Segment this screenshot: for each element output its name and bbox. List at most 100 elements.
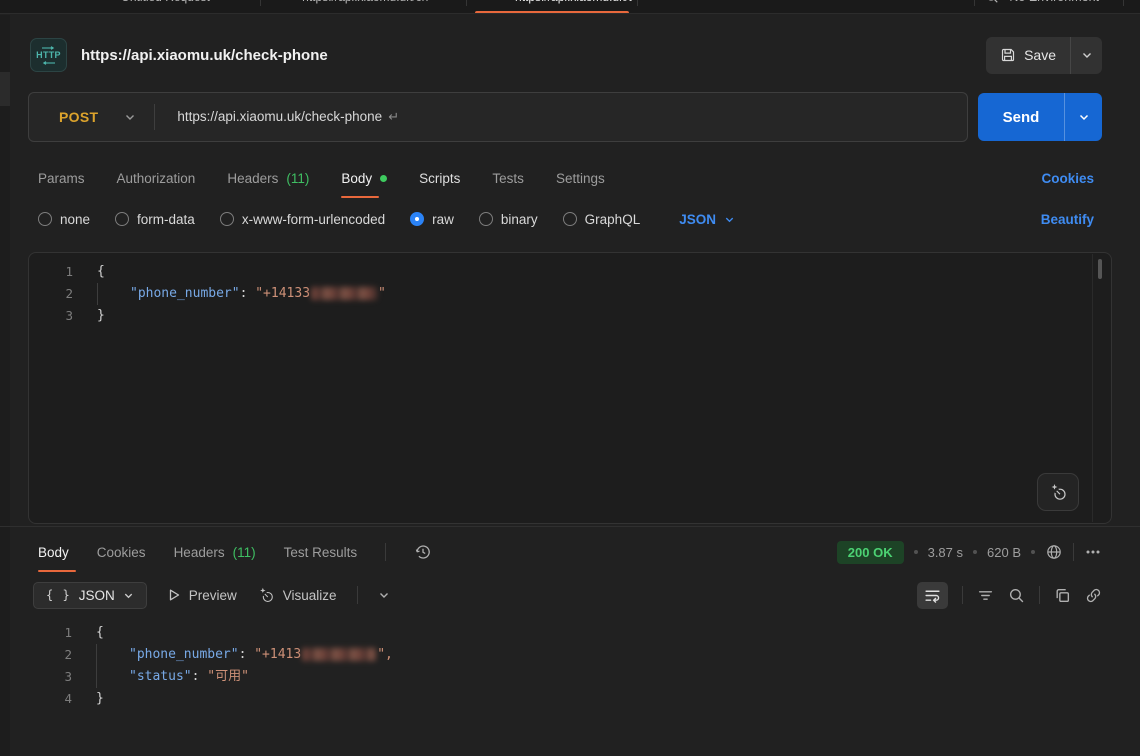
line-number: 1 — [29, 261, 73, 283]
save-label: Save — [1024, 47, 1056, 63]
network-info-button[interactable] — [1045, 543, 1063, 561]
chevron-down-icon — [724, 214, 735, 225]
request-tab-1[interactable]: GET Untitled Request — [80, 0, 260, 14]
sidebar-edge — [0, 15, 10, 756]
beautify-link[interactable]: Beautify — [1041, 212, 1094, 227]
code-string: "+1413 — [254, 647, 301, 662]
preview-label: Preview — [189, 588, 237, 603]
radio-graphql[interactable]: GraphQL — [563, 212, 641, 227]
chevron-down-icon[interactable] — [378, 589, 390, 601]
preview-button[interactable]: Preview — [167, 588, 237, 603]
tab-scripts[interactable]: Scripts — [419, 158, 460, 198]
line-number: 2 — [28, 644, 72, 666]
format-label: JSON — [79, 588, 115, 603]
send-button[interactable]: Send — [978, 109, 1064, 126]
response-format-dropdown[interactable]: { } JSON — [33, 582, 147, 609]
response-time[interactable]: 3.87 s — [928, 545, 963, 560]
divider — [974, 0, 975, 6]
scrollbar-thumb[interactable] — [1098, 259, 1102, 279]
response-header: Body Cookies Headers (11) Test Results 20… — [38, 534, 1102, 570]
code-line: 1 { — [29, 261, 1111, 283]
response-history-button[interactable] — [414, 543, 432, 561]
url-bar: POST https://api.xiaomu.uk/check-phone↵ … — [28, 92, 1102, 142]
divider — [0, 526, 1140, 527]
tab-headers[interactable]: Headers(11) — [227, 158, 309, 198]
code-string: ", — [377, 647, 393, 662]
radio-raw[interactable]: raw — [410, 212, 454, 227]
wrap-lines-button[interactable] — [917, 582, 948, 609]
code-token: : — [240, 286, 256, 301]
code-string: "可用" — [207, 669, 249, 684]
divider — [1123, 0, 1124, 6]
line-number: 3 — [29, 305, 73, 327]
tab-authorization[interactable]: Authorization — [117, 158, 196, 198]
send-options-button[interactable] — [1064, 93, 1102, 141]
code-line: 3 } — [29, 305, 1111, 327]
radio-x-www-form-urlencoded[interactable]: x-www-form-urlencoded — [220, 212, 385, 227]
search-icon[interactable] — [985, 0, 999, 4]
request-header: HTTP https://api.xiaomu.uk/check-phone S… — [10, 26, 1140, 84]
return-key-glyph: ↵ — [388, 109, 399, 124]
response-tab-headers[interactable]: Headers (11) — [174, 532, 256, 572]
url-input[interactable]: https://api.xiaomu.uk/check-phone↵ — [155, 109, 967, 125]
radio-none[interactable]: none — [38, 212, 90, 227]
tab-label: Authorization — [117, 171, 196, 186]
tab-title: Untitled Request — [121, 0, 210, 4]
filter-button[interactable] — [977, 587, 994, 604]
tab-label: Test Results — [284, 545, 358, 560]
radio-label: binary — [501, 212, 538, 227]
radio-form-data[interactable]: form-data — [115, 212, 195, 227]
redacted-phone-digits — [311, 287, 377, 300]
request-body-editor[interactable]: 1 { 2 "phone_number": "+14133" 3 } — [28, 252, 1112, 524]
copy-icon — [1054, 587, 1071, 604]
response-tab-body[interactable]: Body — [38, 532, 69, 572]
search-response-button[interactable] — [1008, 587, 1025, 604]
status-badge[interactable]: 200 OK — [837, 541, 904, 564]
response-tab-test-results[interactable]: Test Results — [284, 532, 358, 572]
environment-selector[interactable]: No Environment — [1009, 0, 1099, 4]
visualize-button[interactable]: Visualize — [257, 586, 337, 604]
code-key: "phone_number" — [130, 286, 240, 301]
raw-format-dropdown[interactable]: JSON — [679, 212, 735, 227]
history-clock-icon — [414, 543, 432, 561]
request-tab-3-active[interactable]: POST https://api.xiaomu.uk/t — [467, 0, 637, 14]
method-dropdown[interactable]: POST — [29, 109, 154, 125]
response-tools-right — [917, 582, 1102, 609]
tab-params[interactable]: Params — [38, 158, 85, 198]
tab-body[interactable]: Body — [341, 158, 387, 198]
body-mode-row: none form-data x-www-form-urlencoded raw… — [38, 202, 1094, 236]
share-link-button[interactable] — [1085, 587, 1102, 604]
response-tab-cookies[interactable]: Cookies — [97, 532, 146, 572]
radio-circle-selected — [410, 212, 424, 226]
request-tab-2[interactable]: GET https://api.xiaomu.uk/ch — [261, 0, 466, 14]
response-body-viewer[interactable]: 1 { 2 "phone_number": "+1413", 3 "status… — [28, 616, 1112, 746]
radio-binary[interactable]: binary — [479, 212, 538, 227]
code-key: "phone_number" — [129, 647, 239, 662]
response-more-options-button[interactable] — [1084, 543, 1102, 561]
tab-label: Headers — [174, 545, 225, 560]
sidebar-edge-highlight — [0, 72, 10, 106]
new-tab-button[interactable]: + — [638, 0, 671, 14]
redacted-phone-digits — [302, 648, 376, 661]
response-size[interactable]: 620 B — [987, 545, 1021, 560]
copy-response-button[interactable] — [1054, 587, 1071, 604]
tab-label: Cookies — [97, 545, 146, 560]
radio-label: none — [60, 212, 90, 227]
postbot-button[interactable] — [1037, 473, 1079, 511]
radio-circle — [220, 212, 234, 226]
divider — [1039, 586, 1040, 604]
headers-count: (11) — [233, 545, 256, 560]
cookies-link[interactable]: Cookies — [1041, 171, 1094, 186]
code-line: 1 { — [28, 622, 1112, 644]
tab-tests[interactable]: Tests — [492, 158, 524, 198]
arrow-left-icon — [41, 61, 56, 65]
method-badge: POST — [481, 0, 509, 3]
code-token: : — [239, 647, 255, 662]
request-tabs: Params Authorization Headers(11) Body Sc… — [38, 158, 1094, 198]
ellipsis-icon — [1084, 543, 1102, 561]
radio-circle — [115, 212, 129, 226]
save-options-button[interactable] — [1070, 37, 1102, 74]
tab-settings[interactable]: Settings — [556, 158, 605, 198]
code-line: 2 "phone_number": "+14133" — [29, 283, 1111, 305]
save-button[interactable]: Save — [986, 37, 1070, 74]
